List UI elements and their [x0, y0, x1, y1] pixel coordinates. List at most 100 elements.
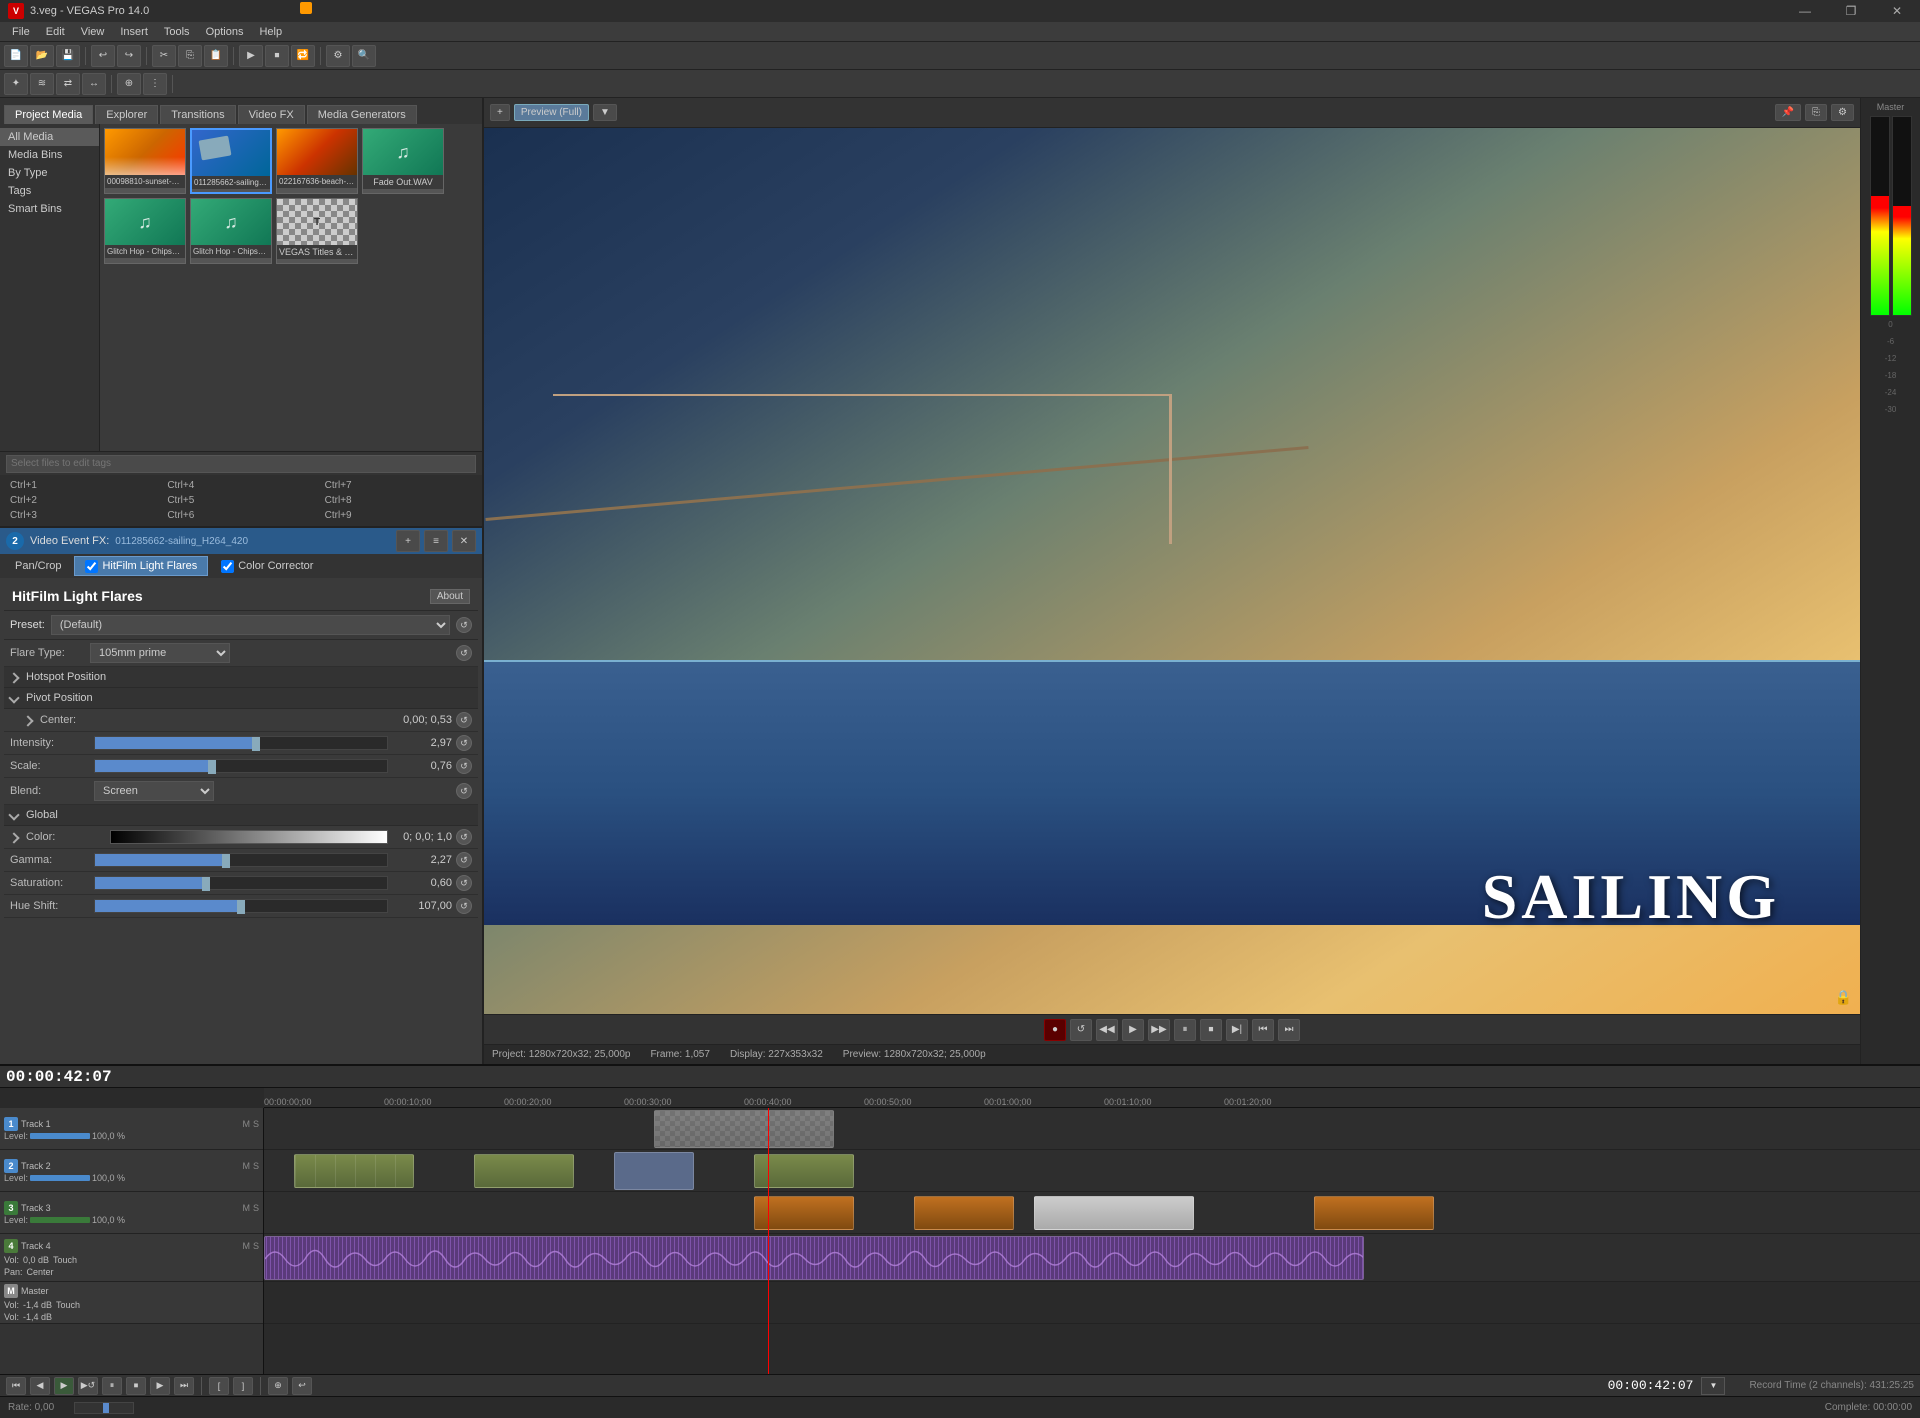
bt-rewind[interactable]: ⏮	[6, 1377, 26, 1395]
bt-out[interactable]: ]	[233, 1377, 253, 1395]
new-project-btn[interactable]: 📄	[4, 45, 28, 67]
minimize-button[interactable]: —	[1782, 0, 1828, 22]
fx-close-btn[interactable]: ✕	[452, 530, 476, 552]
tab-hitfilm[interactable]: HitFilm Light Flares	[74, 556, 208, 576]
bt-forward[interactable]: ▶	[150, 1377, 170, 1395]
preview-next-frame-btn[interactable]: ▶|	[1226, 1019, 1248, 1041]
clip-audio-main[interactable]	[264, 1236, 1364, 1280]
snap-btn[interactable]: ⋮	[143, 73, 167, 95]
loop-btn[interactable]: 🔁	[291, 45, 315, 67]
fx-blend-select[interactable]: Screen	[94, 781, 214, 801]
ripple-btn[interactable]: ≋	[30, 73, 54, 95]
fx-hue-slider[interactable]	[94, 899, 388, 913]
fx-preset-select[interactable]: (Default)	[51, 615, 450, 635]
bt-snap[interactable]: ⊕	[268, 1377, 288, 1395]
bt-play[interactable]: ▶	[54, 1377, 74, 1395]
maximize-button[interactable]: ❐	[1828, 0, 1874, 22]
media-item-birds[interactable]: 022167636-beach-sunset-birds-flyaway-rea…	[276, 128, 358, 194]
tab-project-media[interactable]: Project Media	[4, 105, 93, 124]
save-btn[interactable]: 💾	[56, 45, 80, 67]
magnet-btn[interactable]: ⊕	[117, 73, 141, 95]
fx-gamma-reset[interactable]: ↺	[456, 852, 472, 868]
track-4-solo[interactable]: S	[253, 1241, 259, 1251]
fx-scale-slider[interactable]	[94, 759, 388, 773]
bt-ff[interactable]: ⏭	[174, 1377, 194, 1395]
track-3-mute[interactable]: M	[242, 1203, 250, 1213]
clip-3c[interactable]	[1034, 1196, 1194, 1230]
bt-stop[interactable]: ⏹	[126, 1377, 146, 1395]
sidebar-all-media[interactable]: All Media	[0, 128, 99, 146]
track-2-solo[interactable]: S	[253, 1161, 259, 1171]
sidebar-tags[interactable]: Tags	[0, 182, 99, 200]
menu-tools[interactable]: Tools	[156, 22, 198, 42]
fx-hotspot-section[interactable]: Hotspot Position	[4, 667, 478, 688]
edit-mode-btn[interactable]: ✦	[4, 73, 28, 95]
fx-preset-reset[interactable]: ↺	[456, 617, 472, 633]
roll-btn[interactable]: ↔	[82, 73, 106, 95]
close-button[interactable]: ✕	[1874, 0, 1920, 22]
preview-settings-btn[interactable]: ⚙	[1831, 104, 1854, 121]
stop-btn[interactable]: ⏹	[265, 45, 289, 67]
preview-full-btn[interactable]: Preview (Full)	[514, 104, 589, 121]
rate-slider[interactable]	[74, 1402, 134, 1414]
fx-saturation-slider[interactable]	[94, 876, 388, 890]
fx-color-reset[interactable]: ↺	[456, 829, 472, 845]
bt-pause[interactable]: ⏸	[102, 1377, 122, 1395]
media-item-audio3[interactable]: ♫ Glitch Hop - Chipsounds and Glitches -…	[190, 198, 272, 264]
fx-flare-type-select[interactable]: 105mm prime	[90, 643, 230, 663]
sidebar-media-bins[interactable]: Media Bins	[0, 146, 99, 164]
fx-flare-type-reset[interactable]: ↺	[456, 645, 472, 661]
fx-color-swatch[interactable]	[110, 830, 388, 844]
fx-intensity-reset[interactable]: ↺	[456, 735, 472, 751]
preview-record-btn[interactable]: ●	[1044, 1019, 1066, 1041]
undo-btn[interactable]: ↩	[91, 45, 115, 67]
fx-global-section[interactable]: Global	[4, 805, 478, 826]
redo-btn[interactable]: ↪	[117, 45, 141, 67]
slip-btn[interactable]: ⇄	[56, 73, 80, 95]
media-item-video1[interactable]: 00098810-sunset-beach-wedding_H264_420.m…	[104, 128, 186, 194]
cut-btn[interactable]: ✂	[152, 45, 176, 67]
tab-explorer[interactable]: Explorer	[95, 105, 158, 124]
render-btn[interactable]: ⚙	[326, 45, 350, 67]
media-item-audio1[interactable]: ♫ Fade Out.WAV	[362, 128, 444, 194]
open-btn[interactable]: 📂	[30, 45, 54, 67]
track-1-mute[interactable]: M	[242, 1119, 250, 1129]
bt-loop[interactable]: ↩	[292, 1377, 312, 1395]
clip-2c[interactable]	[614, 1152, 694, 1190]
preview-pin-btn[interactable]: 📌	[1775, 104, 1801, 121]
tab-color-corrector[interactable]: Color Corrector	[210, 556, 324, 576]
search-btn[interactable]: 🔍	[352, 45, 376, 67]
menu-options[interactable]: Options	[198, 22, 252, 42]
fx-add-btn[interactable]: +	[396, 530, 420, 552]
preview-add-btn[interactable]: +	[490, 104, 510, 121]
tab-media-gen[interactable]: Media Generators	[307, 105, 417, 124]
bt-play-loop[interactable]: ▶↺	[78, 1377, 98, 1395]
fx-scale-thumb[interactable]	[208, 760, 216, 774]
bt-in[interactable]: [	[209, 1377, 229, 1395]
bt-timecode-btn[interactable]: ▼	[1701, 1377, 1725, 1395]
bt-back[interactable]: ◀	[30, 1377, 50, 1395]
fx-center-reset[interactable]: ↺	[456, 712, 472, 728]
media-item-audio2[interactable]: ♫ Glitch Hop - Chipsounds 2.WAV	[104, 198, 186, 264]
tab-pan-crop[interactable]: Pan/Crop	[4, 556, 72, 576]
menu-insert[interactable]: Insert	[112, 22, 156, 42]
fx-about-btn[interactable]: About	[430, 589, 470, 604]
preview-stop-btn[interactable]: ⏹	[1200, 1019, 1222, 1041]
preview-quality-btn[interactable]: ▼	[593, 104, 617, 121]
fx-intensity-thumb[interactable]	[252, 737, 260, 751]
fx-hue-reset[interactable]: ↺	[456, 898, 472, 914]
paste-btn[interactable]: 📋	[204, 45, 228, 67]
clip-2d[interactable]	[754, 1154, 854, 1188]
preview-prev-frame-btn[interactable]: ◀◀	[1096, 1019, 1118, 1041]
media-item-video2[interactable]: 011285662-sailing_H264_420.mov	[190, 128, 272, 194]
fx-gamma-thumb[interactable]	[222, 854, 230, 868]
clip-1-transparent[interactable]	[654, 1110, 834, 1148]
media-item-titles[interactable]: T VEGAS Titles & Text	[276, 198, 358, 264]
preview-pause-btn[interactable]: ⏸	[1174, 1019, 1196, 1041]
track-2-mute[interactable]: M	[242, 1161, 250, 1171]
fx-blend-reset[interactable]: ↺	[456, 783, 472, 799]
clip-3a[interactable]	[754, 1196, 854, 1230]
fx-saturation-thumb[interactable]	[202, 877, 210, 891]
fx-saturation-reset[interactable]: ↺	[456, 875, 472, 891]
track-4-mute[interactable]: M	[242, 1241, 250, 1251]
